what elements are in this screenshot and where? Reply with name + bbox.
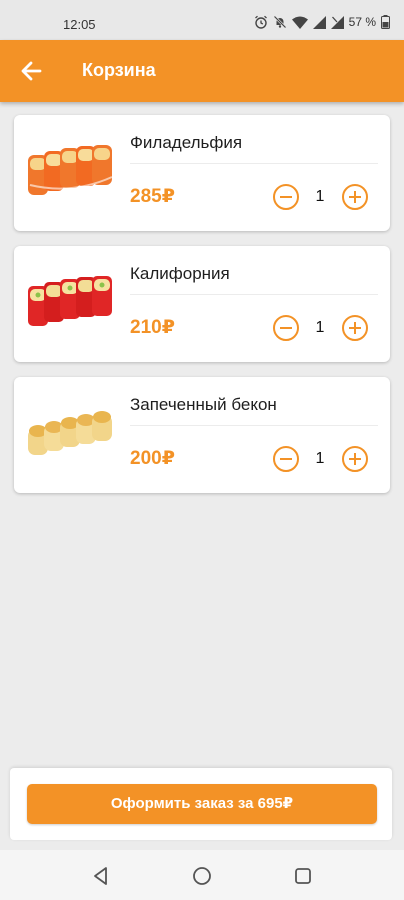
cart-item-california: Калифорния 210₽ 1 — [14, 246, 390, 362]
nav-recents-button[interactable] — [292, 865, 314, 887]
plus-circle-icon — [342, 315, 368, 341]
battery-icon — [381, 15, 390, 29]
item-price: 285₽ — [130, 186, 175, 207]
arrow-left-icon — [21, 61, 42, 81]
item-name: Калифорния — [130, 264, 230, 283]
back-triangle-icon — [94, 867, 107, 885]
item-price: 210₽ — [130, 317, 175, 338]
system-nav-bar — [0, 850, 404, 900]
increase-quantity-button[interactable] — [341, 183, 369, 211]
decrease-quantity-button[interactable] — [272, 445, 300, 473]
nav-home-button[interactable] — [191, 865, 213, 887]
item-quantity: 1 — [315, 450, 325, 467]
alarm-icon — [254, 15, 267, 29]
cart-item-baked-bacon: Запеченный бекон 200₽ 1 — [14, 377, 390, 493]
item-name: Филадельфия — [130, 133, 243, 152]
cart-item-philadelphia: Филадельфия 285₽ 1 — [14, 115, 390, 231]
baked-bacon-roll-image — [28, 411, 112, 455]
checkout-panel: Оформить заказ за 695₽ — [10, 768, 392, 840]
california-roll-image — [28, 276, 112, 326]
nav-back-button[interactable] — [90, 865, 112, 887]
minus-circle-icon — [273, 184, 299, 210]
recents-square-icon — [295, 868, 311, 884]
signal-icon — [312, 15, 326, 29]
signal-secondary-icon — [330, 15, 344, 29]
item-price: 200₽ — [130, 448, 175, 469]
philadelphia-roll-image — [28, 145, 113, 195]
status-icons: 57 % — [254, 15, 390, 29]
item-quantity: 1 — [315, 188, 325, 205]
divider — [130, 294, 378, 295]
divider — [130, 425, 378, 426]
minus-circle-icon — [273, 315, 299, 341]
home-circle-icon — [193, 867, 211, 885]
place-order-button[interactable]: Оформить заказ за 695₽ — [27, 784, 377, 824]
plus-circle-icon — [342, 446, 368, 472]
item-name: Запеченный бекон — [130, 395, 277, 414]
battery-percent: 57 % — [348, 15, 376, 29]
app-bar: Корзина — [0, 40, 404, 102]
divider — [130, 163, 378, 164]
status-bar: 12:05 57 % — [0, 0, 404, 40]
item-quantity: 1 — [315, 319, 325, 336]
muted-bell-icon — [273, 15, 286, 29]
decrease-quantity-button[interactable] — [272, 314, 300, 342]
status-time: 12:05 — [63, 17, 96, 32]
back-button[interactable] — [18, 58, 46, 84]
page-title: Корзина — [82, 60, 156, 80]
wifi-icon — [291, 16, 308, 29]
plus-circle-icon — [342, 184, 368, 210]
decrease-quantity-button[interactable] — [272, 183, 300, 211]
minus-circle-icon — [273, 446, 299, 472]
increase-quantity-button[interactable] — [341, 445, 369, 473]
increase-quantity-button[interactable] — [341, 314, 369, 342]
